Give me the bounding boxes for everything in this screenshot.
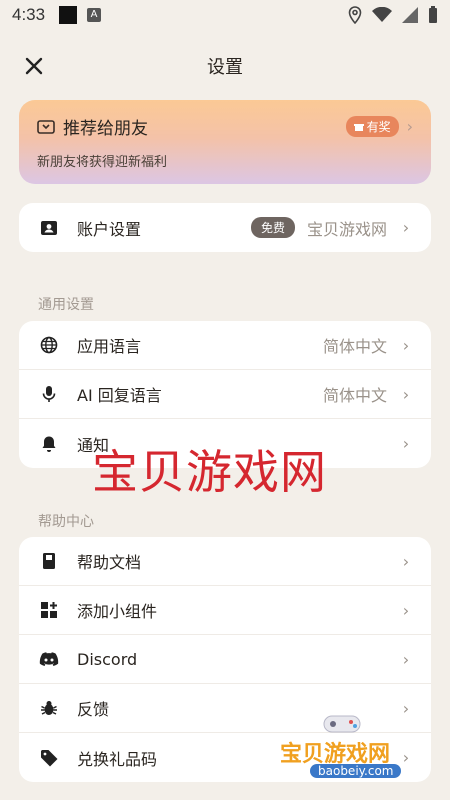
watermark-logo: 宝贝游戏网 baobeiy.com bbox=[270, 710, 430, 790]
watermark-logo-url: baobeiy.com bbox=[310, 764, 402, 778]
chevron-right-icon: › bbox=[402, 434, 410, 453]
account-settings-row[interactable]: 账户设置 免费 宝贝游戏网 › bbox=[19, 203, 431, 252]
watermark-text: 宝贝游戏网 bbox=[92, 445, 327, 499]
discord-row[interactable]: Discord › bbox=[19, 635, 431, 684]
bug-icon bbox=[39, 698, 59, 718]
app-language-row[interactable]: 应用语言 简体中文 › bbox=[19, 321, 431, 370]
add-widget-row[interactable]: 添加小组件 › bbox=[19, 586, 431, 635]
status-bar: 4:33 A bbox=[0, 0, 450, 30]
free-badge: 免费 bbox=[250, 217, 295, 238]
discord-icon bbox=[39, 649, 59, 669]
chevron-right-icon: › bbox=[402, 335, 410, 355]
widget-icon bbox=[39, 600, 59, 620]
notification-square-icon bbox=[59, 6, 78, 24]
chevron-right-icon: › bbox=[402, 218, 410, 237]
add-widget-label: 添加小组件 bbox=[77, 602, 158, 621]
book-icon bbox=[39, 551, 59, 571]
ai-reply-language-label: AI 回复语言 bbox=[77, 386, 162, 405]
close-icon bbox=[25, 57, 43, 75]
app-language-label: 应用语言 bbox=[77, 337, 142, 356]
chevron-right-icon: › bbox=[406, 117, 413, 136]
page-title: 设置 bbox=[207, 57, 243, 78]
close-button[interactable] bbox=[20, 52, 48, 80]
location-icon bbox=[348, 6, 362, 24]
top-bar: 设置 bbox=[0, 40, 450, 92]
chevron-right-icon: › bbox=[402, 649, 410, 669]
mic-icon bbox=[39, 384, 59, 404]
section-title-general: 通用设置 bbox=[38, 297, 94, 313]
battery-icon bbox=[429, 6, 437, 23]
help-docs-row[interactable]: 帮助文档 › bbox=[19, 537, 431, 586]
reward-badge: 有奖 bbox=[345, 116, 399, 137]
chevron-right-icon: › bbox=[402, 551, 410, 571]
chevron-right-icon: › bbox=[402, 384, 410, 404]
ai-reply-language-row[interactable]: AI 回复语言 简体中文 › bbox=[19, 370, 431, 419]
reward-badge-label: 有奖 bbox=[366, 120, 391, 134]
gift-card-icon bbox=[37, 119, 55, 134]
chevron-right-icon: › bbox=[402, 600, 410, 620]
help-docs-label: 帮助文档 bbox=[77, 553, 142, 572]
account-icon bbox=[39, 218, 59, 238]
redeem-gift-code-label: 兑换礼品码 bbox=[77, 749, 158, 769]
notification-a-icon: A bbox=[87, 8, 102, 22]
app-language-value: 简体中文 bbox=[322, 337, 387, 356]
account-settings-label: 账户设置 bbox=[77, 219, 142, 239]
section-title-help: 帮助中心 bbox=[38, 514, 94, 530]
wifi-icon bbox=[372, 7, 392, 22]
tag-icon bbox=[39, 748, 59, 768]
signal-icon bbox=[402, 7, 418, 23]
discord-label: Discord bbox=[77, 649, 138, 669]
bell-icon bbox=[39, 434, 59, 454]
account-card: 账户设置 免费 宝贝游戏网 › bbox=[19, 203, 431, 252]
ai-reply-language-value: 简体中文 bbox=[322, 386, 387, 405]
refer-friend-card[interactable]: 推荐给朋友 有奖 › 新朋友将获得迎新福利 bbox=[19, 100, 431, 184]
account-value: 宝贝游戏网 bbox=[306, 219, 387, 239]
promo-subtitle: 新朋友将获得迎新福利 bbox=[37, 155, 168, 170]
globe-icon bbox=[39, 335, 59, 355]
feedback-label: 反馈 bbox=[77, 700, 110, 719]
gamepad-icon bbox=[323, 715, 361, 733]
promo-title: 推荐给朋友 bbox=[63, 119, 148, 139]
gift-icon bbox=[353, 123, 364, 131]
status-time: 4:33 bbox=[12, 5, 46, 24]
